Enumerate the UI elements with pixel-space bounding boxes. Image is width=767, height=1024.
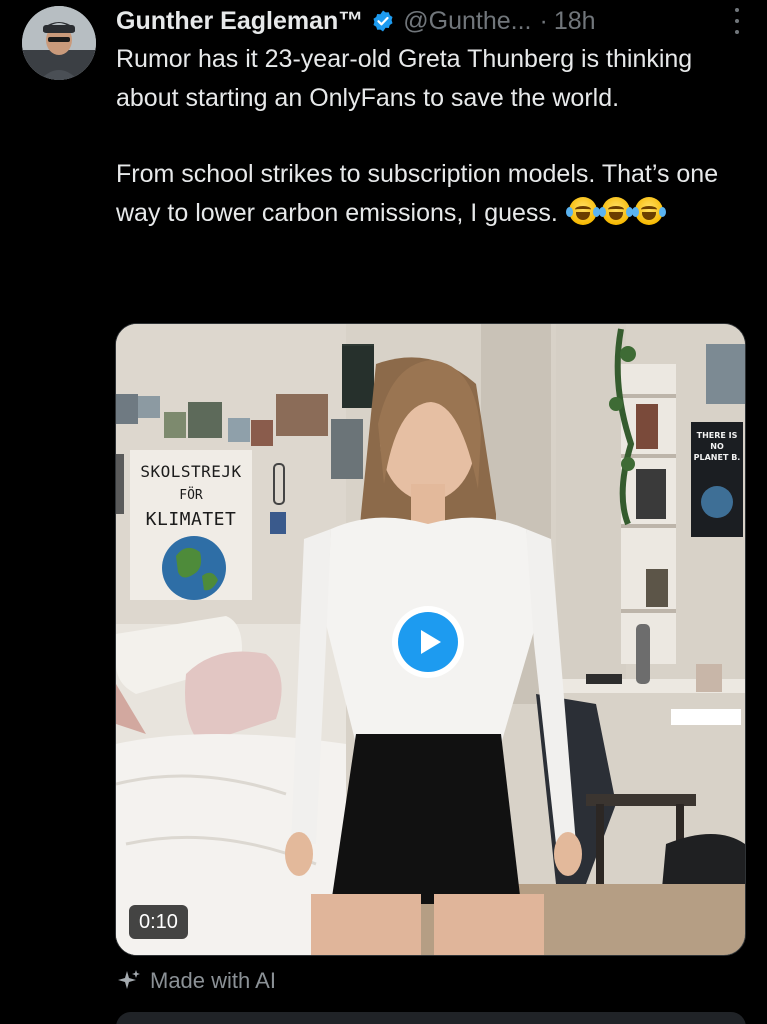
tweet-text-paragraph-2: From school strikes to subscription mode…	[116, 155, 736, 232]
display-name[interactable]: Gunther Eagleman™	[116, 7, 363, 36]
poster-line-1: THERE IS	[696, 431, 738, 440]
sign-line-3: KLIMATET	[145, 509, 237, 530]
planet-b-poster-text: THERE IS NO PLANET B.	[693, 430, 741, 463]
tweet-text-paragraph-1: Rumor has it 23-year-old Greta Thunberg …	[116, 45, 693, 112]
tweet-page: Gunther Eagleman™ @Gunthe... · 18h Rumor…	[0, 0, 767, 1024]
tweet-text: Rumor has it 23-year-old Greta Thunberg …	[116, 40, 736, 232]
tweet-header: Gunther Eagleman™ @Gunthe... · 18h	[116, 2, 747, 40]
sign-line-2: FÖR	[179, 488, 203, 503]
video-duration: 0:10	[129, 905, 188, 939]
avatar[interactable]	[22, 6, 96, 80]
reply-bar[interactable]	[116, 1012, 746, 1024]
laughing-tears-emoji-icon	[598, 196, 633, 225]
separator-dot: ·	[539, 6, 548, 35]
poster-line-2: NO	[710, 442, 724, 451]
more-dots-icon[interactable]	[725, 8, 749, 34]
laughing-tears-emoji-icon	[631, 196, 666, 225]
sign-text: SKOLSTREJK FÖR KLIMATET	[136, 460, 246, 532]
avatar-image	[22, 6, 96, 80]
laughing-tears-emoji-icon	[565, 196, 600, 225]
timestamp[interactable]: 18h	[554, 7, 596, 36]
video-player[interactable]: SKOLSTREJK FÖR KLIMATET THERE IS NO PLAN…	[115, 323, 746, 956]
poster-line-3: PLANET B.	[693, 453, 741, 462]
sign-line-1: SKOLSTREJK	[140, 462, 242, 481]
verified-badge-icon[interactable]	[371, 9, 395, 33]
ai-label[interactable]: Made with AI	[116, 964, 276, 998]
ai-label-text: Made with AI	[150, 968, 276, 993]
play-icon	[398, 612, 458, 672]
play-button[interactable]	[392, 606, 464, 678]
handle[interactable]: @Gunthe...	[403, 7, 531, 36]
sparkle-icon	[118, 970, 140, 989]
